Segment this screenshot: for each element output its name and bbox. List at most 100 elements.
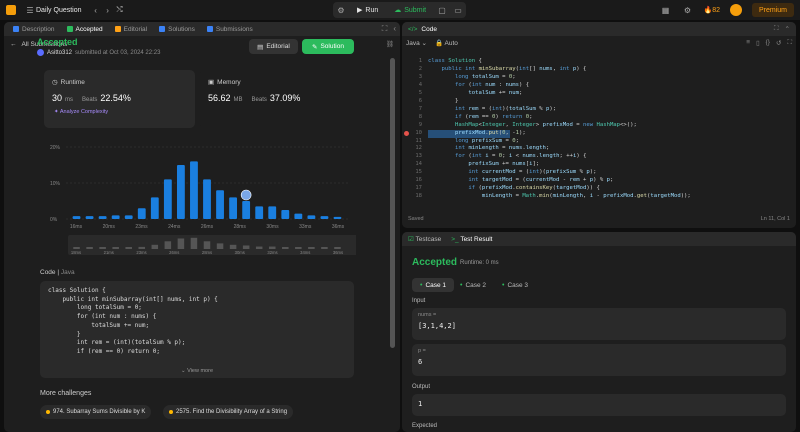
reset-icon[interactable]: ↺: [776, 39, 781, 47]
code-editor[interactable]: 1 class Solution {2 public int minSubarra…: [402, 55, 796, 203]
chart-bar[interactable]: [307, 215, 316, 219]
braces-icon[interactable]: {}: [766, 39, 770, 47]
chart-bar[interactable]: [72, 216, 81, 219]
tab-submissions[interactable]: Submissions: [202, 22, 258, 36]
logo-icon[interactable]: [6, 5, 16, 15]
submit-button[interactable]: ☁ Submit: [386, 2, 434, 18]
code-line[interactable]: int minLength = nums.length;: [428, 145, 549, 151]
chart-bar[interactable]: [150, 197, 159, 219]
line-number: 7: [418, 105, 422, 112]
x-tick-label: 23ms: [135, 224, 148, 230]
code-line[interactable]: int rem = (int)(totalSum % p);: [428, 106, 556, 112]
runtime-card[interactable]: ◷ Runtime 30 ms Beats 22.54% ✦ Analyze Co…: [44, 70, 195, 128]
code-line[interactable]: if (rem == 0) return 0;: [428, 114, 533, 120]
maximize-icon[interactable]: ⛶: [774, 25, 779, 33]
difficulty-dot-icon: [46, 410, 50, 414]
format-icon[interactable]: ≡: [746, 39, 750, 47]
chart-bar[interactable]: [281, 210, 290, 219]
prev-icon[interactable]: ‹: [90, 4, 102, 16]
code-line[interactable]: long totalSum = 0;: [428, 74, 516, 80]
left-scrollbar[interactable]: [390, 58, 395, 348]
chart-bar[interactable]: [333, 216, 342, 219]
tab-testcase[interactable]: ☑ Testcase: [408, 235, 441, 243]
chart-bar[interactable]: [216, 190, 224, 219]
shuffle-icon[interactable]: ⤭: [114, 4, 126, 16]
premium-button[interactable]: Premium: [751, 3, 794, 17]
runtime-distribution-chart[interactable]: 20% 10% 0% 16ms 20ms 23ms 24ms 26ms 28ms 30ms 33ms…: [36, 137, 356, 259]
collapse-icon[interactable]: ‹: [393, 24, 396, 34]
analyze-complexity-link[interactable]: ✦ Analyze Complexity: [54, 109, 108, 115]
layout-icon[interactable]: ▦: [659, 4, 671, 16]
chart-bar[interactable]: [85, 216, 94, 219]
chart-bar[interactable]: [98, 216, 107, 219]
line-number: 17: [415, 185, 422, 192]
code-line[interactable]: int currentMod = (int)(prefixSum % p);: [428, 169, 596, 175]
chart-bar[interactable]: [203, 179, 211, 219]
test-result-panel: ☑ Testcase >_ Test Result Accepted Runti…: [402, 232, 796, 432]
tab-description[interactable]: Description: [8, 22, 60, 36]
bookmark-icon[interactable]: ▯: [756, 39, 760, 47]
chart-bar[interactable]: [111, 215, 120, 219]
code-line[interactable]: int targetMod = (currentMod - rem + p) %…: [428, 177, 613, 183]
streak-counter[interactable]: 🔥82: [703, 6, 720, 14]
settings-icon[interactable]: ⚙: [681, 4, 693, 16]
author-name[interactable]: Asitto312: [47, 50, 72, 56]
maximize-icon[interactable]: ⛶: [382, 24, 388, 34]
case-tab-1[interactable]: • Case 1: [412, 278, 455, 292]
fullscreen-icon[interactable]: ⛶: [787, 39, 792, 47]
chart-bar[interactable]: [268, 206, 277, 219]
language-select[interactable]: Java ⌄: [406, 39, 427, 47]
chart-bar[interactable]: [176, 165, 185, 219]
tab-accepted[interactable]: Accepted: [62, 22, 108, 36]
editorial-button[interactable]: ▤ Editorial: [249, 39, 298, 54]
run-button[interactable]: ▶ Run: [349, 2, 386, 18]
memory-card[interactable]: ▣ Memory 56.62 MB Beats 37.09%: [200, 70, 350, 128]
chart-bar[interactable]: [163, 179, 172, 219]
code-line[interactable]: }: [428, 98, 458, 104]
case-tab-2[interactable]: • Case 2: [452, 278, 494, 292]
your-submission-marker[interactable]: [240, 189, 252, 201]
code-line[interactable]: minLength = Math.min(minLength, i - pref…: [428, 193, 691, 199]
auto-toggle[interactable]: 🔒 Auto: [435, 39, 458, 47]
code-line[interactable]: HashMap<Integer, Integer> prefixMod = ne…: [428, 122, 637, 128]
problem-list-title[interactable]: Daily Question: [36, 7, 82, 14]
chart-bar[interactable]: [320, 216, 329, 219]
list-icon[interactable]: ☰: [24, 4, 36, 16]
collapse-icon[interactable]: ⌃: [785, 25, 790, 33]
view-more-button[interactable]: ⌄ View more: [40, 368, 354, 374]
chart-bar[interactable]: [242, 201, 251, 219]
chart-bar[interactable]: [137, 208, 146, 219]
solution-button[interactable]: ✎ Solution: [302, 39, 354, 54]
chart-bar[interactable]: [294, 213, 303, 219]
link-icon[interactable]: ⛓: [386, 40, 394, 48]
code-line[interactable]: prefixSum += nums[i];: [428, 161, 539, 167]
code-line[interactable]: class Solution {: [428, 58, 482, 64]
code-line[interactable]: for (int num : nums) {: [428, 82, 529, 88]
code-line[interactable]: totalSum += num;: [428, 90, 522, 96]
tab-test-result[interactable]: >_ Test Result: [451, 236, 492, 243]
tab-solutions[interactable]: Solutions: [154, 22, 200, 36]
chart-bar[interactable]: [255, 206, 264, 219]
play-icon: ▶: [357, 7, 363, 14]
chart-bar[interactable]: [124, 215, 133, 219]
case-tab-3[interactable]: • Case 3: [494, 278, 536, 292]
tab-editorial[interactable]: Editorial: [110, 22, 152, 36]
mini-tick-label: 30ms: [235, 250, 245, 255]
code-line[interactable]: long prefixSum = 0;: [428, 138, 519, 144]
x-tick-label: 33ms: [299, 224, 312, 230]
note-icon[interactable]: ▢: [434, 4, 450, 16]
challenge-chip[interactable]: 2575. Find the Divisibility Array of a S…: [163, 405, 294, 419]
debug-icon[interactable]: ⚙: [333, 4, 349, 16]
back-arrow-icon[interactable]: ←: [10, 41, 17, 48]
code-line[interactable]: prefixMod.put(0, -1);: [428, 130, 526, 136]
submitted-by: Asitto312 submitted at Oct 03, 2024 22:2…: [37, 49, 160, 56]
code-line[interactable]: for (int i = 0; i < nums.length; ++i) {: [428, 153, 586, 159]
code-line[interactable]: if (prefixMod.containsKey(targetMod)) {: [428, 185, 599, 191]
next-icon[interactable]: ›: [102, 4, 114, 16]
challenge-chip[interactable]: 974. Subarray Sums Divisible by K: [40, 405, 152, 419]
chart-bar[interactable]: [190, 161, 198, 219]
chat-icon[interactable]: ▭: [450, 4, 466, 16]
chart-bar[interactable]: [229, 197, 238, 219]
avatar[interactable]: [729, 4, 742, 16]
code-line[interactable]: public int minSubarray(int[] nums, int p…: [428, 66, 586, 72]
